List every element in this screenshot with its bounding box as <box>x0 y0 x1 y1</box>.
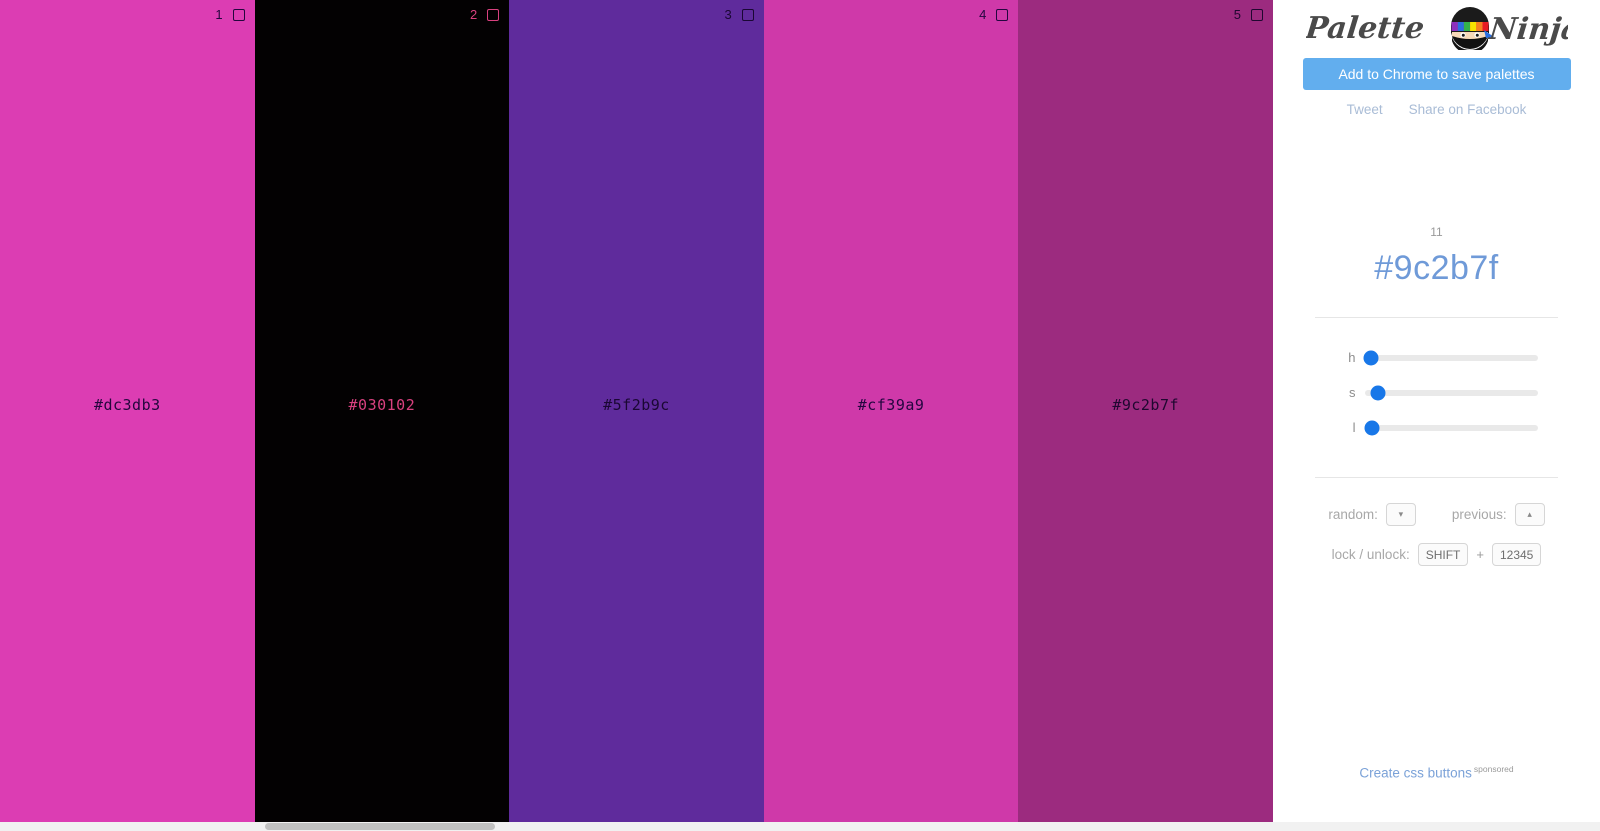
selected-color-hex: #9c2b7f <box>1374 249 1499 287</box>
hue-slider-track[interactable] <box>1363 350 1538 365</box>
slider-label-h: h <box>1348 350 1356 365</box>
sidebar-panel: Palette Ninja Add to Chrome to save pale… <box>1273 0 1600 822</box>
horizontal-scrollbar-thumb[interactable] <box>265 823 495 830</box>
sponsored-link-row: Create css buttons sponsored <box>1273 764 1600 781</box>
swatch-hex-label-4: #cf39a9 <box>857 396 925 414</box>
slider-row-h: h <box>1273 340 1600 375</box>
swatch-header-5: 5 <box>1234 8 1263 21</box>
swatch-lock-checkbox-3[interactable] <box>741 8 754 21</box>
plus-symbol: + <box>1476 547 1484 562</box>
swatch-hex-label-1: #dc3db3 <box>93 396 161 414</box>
palette-columns: 1 #dc3db3 2 #030102 3 #5f2b9c 4 #cf39a9 5 #9c2b7f <box>0 0 1273 822</box>
swatch-hex-label-3: #5f2b9c <box>603 396 670 414</box>
number-keys[interactable]: 12345 <box>1491 543 1542 566</box>
hue-slider-thumb[interactable] <box>1363 350 1379 365</box>
slider-row-s: s <box>1273 375 1600 410</box>
slider-row-l: l <box>1273 410 1600 445</box>
swatch-header-3: 3 <box>725 8 754 21</box>
color-swatch-2[interactable]: 2 #030102 <box>254 0 510 822</box>
previous-up-arrow-key[interactable]: ▴ <box>1514 503 1545 526</box>
shortcut-row-random-previous: random: ▾ previous: ▴ <box>1273 503 1600 526</box>
sponsored-tag: sponsored <box>1473 763 1514 774</box>
palette-ninja-logo-icon: Palette Ninja <box>1306 7 1568 50</box>
svg-text:Palette: Palette <box>1306 11 1426 46</box>
swatch-index-2: 2 <box>469 7 478 22</box>
app-logo: Palette Ninja <box>1273 4 1600 52</box>
lock-unlock-label: lock / unlock: <box>1331 547 1410 562</box>
random-down-arrow-key[interactable]: ▾ <box>1385 503 1416 526</box>
swatch-hex-label-2: #030102 <box>348 396 416 414</box>
previous-label: previous: <box>1451 507 1507 522</box>
swatch-header-2: 2 <box>469 7 500 22</box>
add-to-chrome-button[interactable]: Add to Chrome to save palettes <box>1302 58 1571 90</box>
hsl-sliders: h s l <box>1273 340 1600 445</box>
swatch-index-4: 4 <box>979 7 987 22</box>
swatch-lock-checkbox-5[interactable] <box>1250 8 1263 21</box>
page-root: 1 #dc3db3 2 #030102 3 #5f2b9c 4 #cf39a9 5 #9c2b7f… <box>0 0 1600 831</box>
divider-bottom <box>1315 477 1558 478</box>
saturation-slider-track[interactable] <box>1364 385 1538 400</box>
slider-label-s: s <box>1349 385 1356 400</box>
lightness-slider-track[interactable] <box>1364 420 1538 435</box>
swatch-lock-checkbox-1[interactable] <box>232 8 245 21</box>
lightness-slider-thumb[interactable] <box>1364 420 1380 435</box>
random-label: random: <box>1328 507 1378 522</box>
saturation-slider-thumb[interactable] <box>1370 385 1386 400</box>
swatch-header-4: 4 <box>979 7 1009 22</box>
swatch-lock-checkbox-2[interactable] <box>487 8 500 21</box>
share-facebook-link[interactable]: Share on Facebook <box>1409 102 1527 117</box>
color-swatch-1[interactable]: 1 #dc3db3 <box>0 0 255 822</box>
palette-counter: 11 <box>1430 225 1443 239</box>
social-links: Tweet Share on Facebook <box>1273 102 1600 117</box>
shift-key[interactable]: SHIFT <box>1417 543 1469 566</box>
tweet-link[interactable]: Tweet <box>1347 102 1383 117</box>
swatch-index-3: 3 <box>724 7 732 22</box>
swatch-index-5: 5 <box>1233 7 1241 22</box>
slider-label-l: l <box>1352 420 1356 435</box>
swatch-header-1: 1 <box>215 7 245 22</box>
create-css-buttons-link[interactable]: Create css buttons <box>1359 765 1472 780</box>
color-swatch-3[interactable]: 3 #5f2b9c <box>509 0 764 822</box>
color-swatch-4[interactable]: 4 #cf39a9 <box>763 0 1019 822</box>
shortcut-row-lock: lock / unlock: SHIFT + 12345 <box>1273 543 1600 566</box>
swatch-index-1: 1 <box>215 7 223 22</box>
svg-text:Ninja: Ninja <box>1486 12 1567 47</box>
horizontal-scrollbar[interactable] <box>0 822 1600 831</box>
divider-top <box>1315 317 1558 318</box>
color-swatch-5[interactable]: 5 #9c2b7f <box>1018 0 1273 822</box>
swatch-lock-checkbox-4[interactable] <box>996 8 1009 21</box>
swatch-hex-label-5: #9c2b7f <box>1112 396 1180 414</box>
